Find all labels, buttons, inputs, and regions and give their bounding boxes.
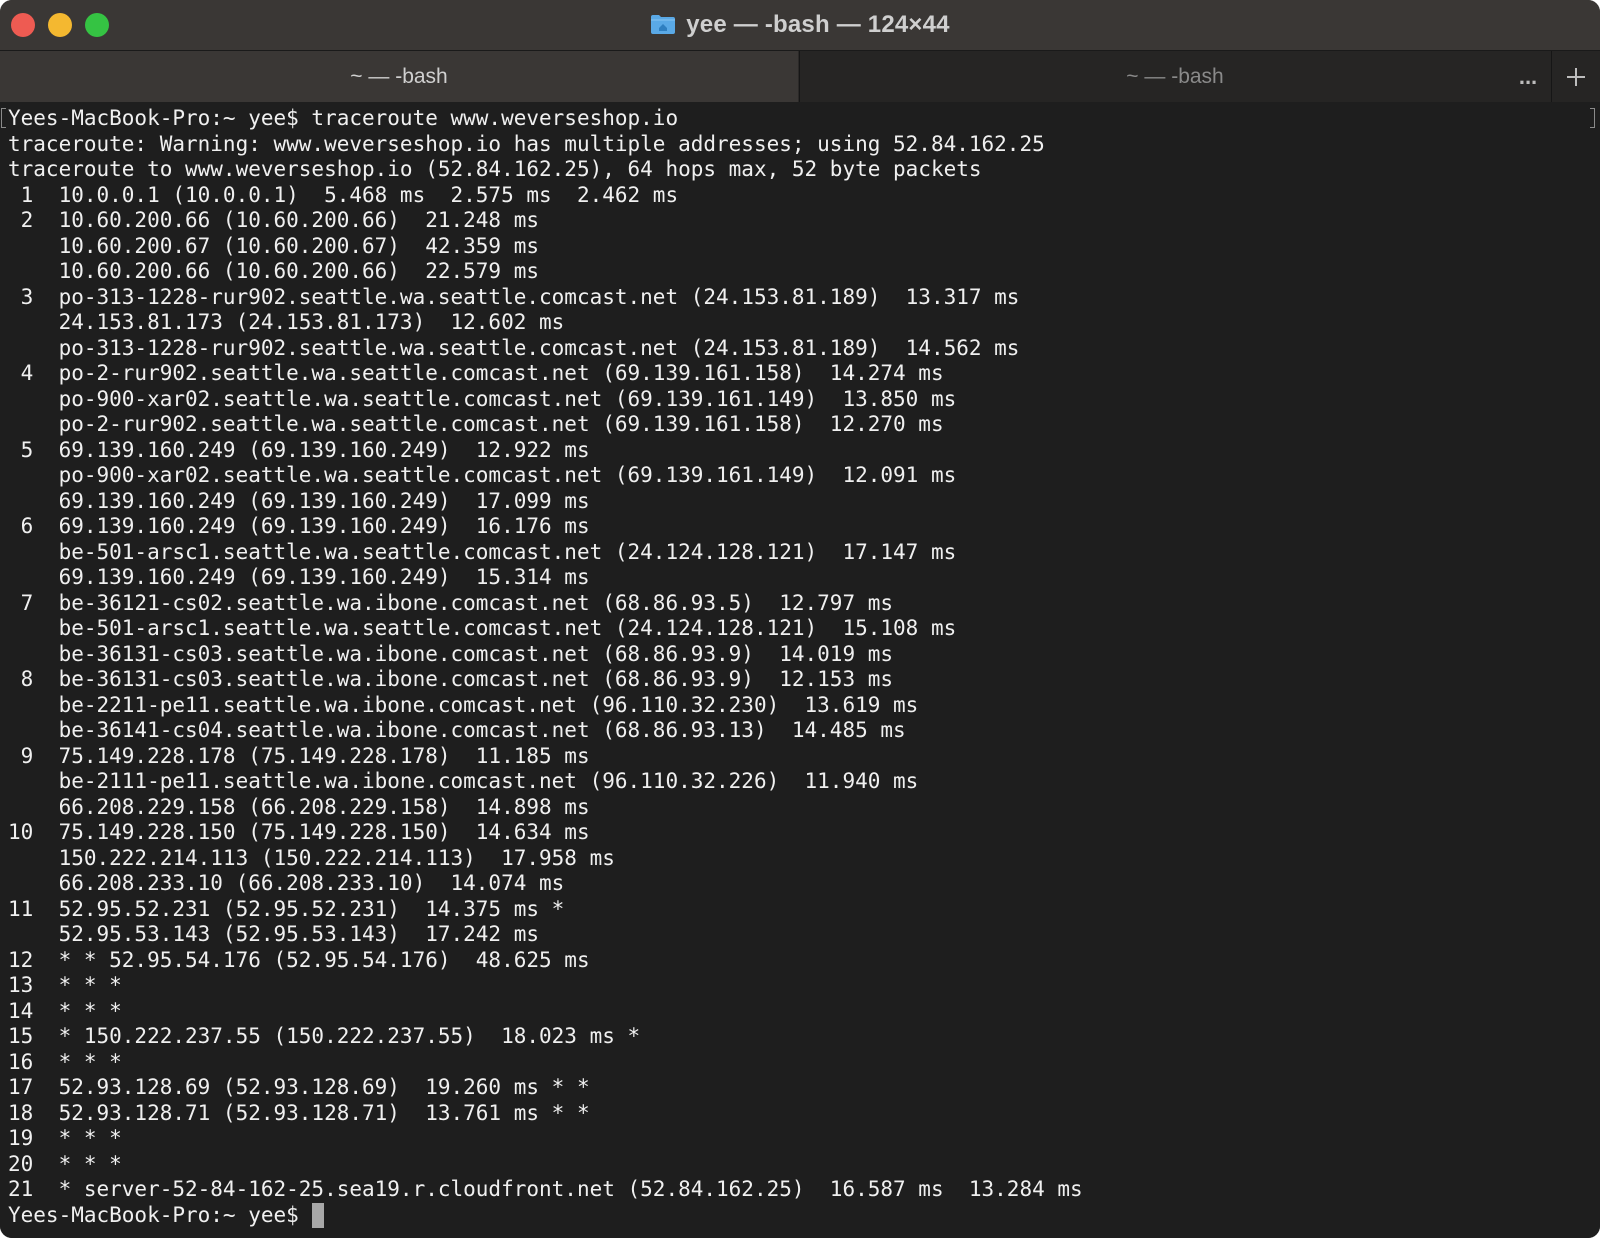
terminal-line: 10.60.200.66 (10.60.200.66) 22.579 ms [8,259,540,283]
terminal-line: 66.208.233.10 (66.208.233.10) 14.074 ms [8,871,565,895]
terminal-line: 9 75.149.228.178 (75.149.228.178) 11.185… [8,743,590,768]
terminal-line: 11 52.95.52.231 (52.95.52.231) 14.375 ms… [8,896,565,921]
shell-prompt: Yees-MacBook-Pro:~ yee$ [8,1202,299,1227]
tab-bar: ~ — -bash ~ — -bash ... [0,50,1600,102]
terminal-line: 12 * * 52.95.54.176 (52.95.54.176) 48.62… [8,947,590,972]
terminal-line: traceroute: Warning: www.weverseshop.io … [8,131,1045,156]
plus-icon [1567,67,1585,86]
terminal-line: po-2-rur902.seattle.wa.seattle.comcast.n… [8,412,944,436]
terminal-line: 69.139.160.249 (69.139.160.249) 15.314 m… [8,565,590,589]
terminal-line: 16 * * * [8,1049,122,1074]
window-title-group: yee — -bash — 124×44 [0,0,1600,50]
terminal-lines: Yees-MacBook-Pro:~ yee$ traceroute www.w… [8,106,1083,1228]
terminal-line: 21 * server-52-84-162-25.sea19.r.cloudfr… [8,1177,1083,1201]
window-title: yee — -bash — 124×44 [686,11,950,38]
terminal-line: 13 * * * [8,973,122,997]
terminal-line: 3 po-313-1228-rur902.seattle.wa.seattle.… [8,284,1020,309]
ellipsis-icon: ... [1518,63,1538,89]
terminal-line: 7 be-36121-cs02.seattle.wa.ibone.comcast… [8,590,894,615]
tab-bash-1[interactable]: ~ — -bash [0,51,798,102]
text-cursor [311,1202,324,1228]
terminal-line: 5 69.139.160.249 (69.139.160.249) 12.922… [8,437,590,462]
tab-bash-2[interactable]: ~ — -bash [799,51,1550,102]
terminal-line: be-2111-pe11.seattle.wa.ibone.comcast.ne… [8,769,919,793]
tab-label: ~ — -bash [350,64,448,88]
folder-home-icon [651,15,676,34]
terminal-line: 24.153.81.173 (24.153.81.173) 12.602 ms [8,310,565,334]
terminal-line: 18 52.93.128.71 (52.93.128.71) 13.761 ms… [8,1100,590,1125]
terminal-line: 2 10.60.200.66 (10.60.200.66) 21.248 ms [8,208,540,232]
terminal-line: traceroute to www.weverseshop.io (52.84.… [8,157,982,181]
terminal-line: be-501-arsc1.seattle.wa.seattle.comcast.… [8,539,957,564]
new-tab-button[interactable] [1551,51,1600,102]
line-marker-right [1590,108,1595,128]
terminal-window: yee — -bash — 124×44 ~ — -bash ~ — -bash… [0,0,1600,1238]
terminal-line: 20 * * * [8,1151,122,1176]
terminal-line: be-501-arsc1.seattle.wa.seattle.comcast.… [8,616,957,640]
terminal-line: be-36141-cs04.seattle.wa.ibone.comcast.n… [8,718,906,742]
terminal-line: 69.139.160.249 (69.139.160.249) 17.099 m… [8,488,590,513]
terminal-line: 52.95.53.143 (52.95.53.143) 17.242 ms [8,922,540,946]
title-bar[interactable]: yee — -bash — 124×44 [0,0,1600,50]
terminal-line: 15 * 150.222.237.55 (150.222.237.55) 18.… [8,1024,641,1048]
terminal-line: be-2211-pe11.seattle.wa.ibone.comcast.ne… [8,692,919,717]
terminal-line: 6 69.139.160.249 (69.139.160.249) 16.176… [8,514,590,538]
terminal-line: 10 75.149.228.150 (75.149.228.150) 14.63… [8,820,590,844]
tab-label: ~ — -bash [1126,64,1224,88]
line-marker-left [1,108,6,128]
prompt-line[interactable]: Yees-MacBook-Pro:~ yee$ [8,1203,1083,1229]
terminal-line: 4 po-2-rur902.seattle.wa.seattle.comcast… [8,361,944,385]
terminal-line: po-900-xar02.seattle.wa.seattle.comcast.… [8,463,957,487]
terminal-line: 14 * * * [8,998,122,1023]
tab-overflow-button[interactable]: ... [1505,51,1551,102]
terminal-line: 1 10.0.0.1 (10.0.0.1) 5.468 ms 2.575 ms … [8,182,679,207]
terminal-line: Yees-MacBook-Pro:~ yee$ traceroute www.w… [8,106,679,130]
terminal-line: 10.60.200.67 (10.60.200.67) 42.359 ms [8,233,540,258]
terminal-line: 17 52.93.128.69 (52.93.128.69) 19.260 ms… [8,1075,590,1099]
terminal-line: be-36131-cs03.seattle.wa.ibone.comcast.n… [8,641,894,666]
terminal-line: po-900-xar02.seattle.wa.seattle.comcast.… [8,386,957,411]
terminal-line: po-313-1228-rur902.seattle.wa.seattle.co… [8,335,1020,360]
terminal-line: 66.208.229.158 (66.208.229.158) 14.898 m… [8,794,590,819]
terminal-line: 8 be-36131-cs03.seattle.wa.ibone.comcast… [8,667,894,691]
terminal-line: 19 * * * [8,1126,122,1150]
terminal-line: 150.222.214.113 (150.222.214.113) 17.958… [8,845,615,870]
terminal-output[interactable]: Yees-MacBook-Pro:~ yee$ traceroute www.w… [0,102,1600,1238]
